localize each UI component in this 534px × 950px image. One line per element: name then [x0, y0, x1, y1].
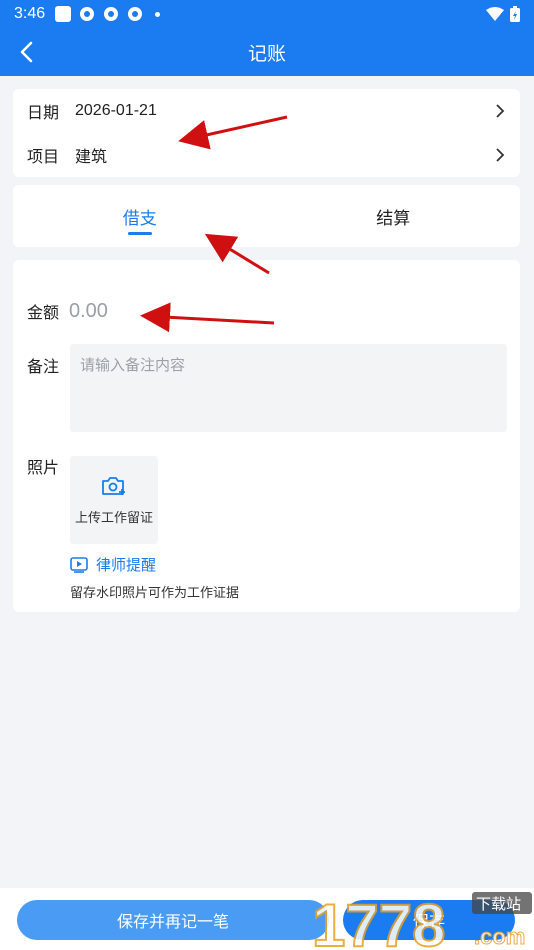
back-arrow-icon	[20, 41, 33, 63]
tab-advance-label: 借支	[122, 208, 157, 229]
status-time: 3:46	[14, 5, 46, 22]
app-bar: 记账	[0, 28, 534, 76]
upload-photo-label: 上传工作留证	[74, 510, 153, 526]
save-button[interactable]: 保存	[343, 900, 515, 940]
back-button[interactable]	[12, 38, 40, 66]
entry-form-card: 金额 备注 照片 上传工作留证 律师提醒 留存水印照片可作为工作证据	[13, 260, 520, 612]
lawyer-reminder-link[interactable]: 律师提醒	[70, 554, 156, 575]
date-label: 日期	[27, 103, 60, 122]
camera-add-icon	[102, 476, 125, 495]
memo-label: 备注	[27, 357, 60, 376]
amount-label: 金额	[27, 303, 60, 322]
more-notifications-icon	[155, 11, 161, 17]
memo-input[interactable]	[70, 344, 507, 432]
project-label: 项目	[27, 147, 60, 166]
status-bar: 3:46	[0, 0, 534, 28]
bottom-action-bar: 保存并再记一笔 保存	[0, 888, 534, 950]
status-icons	[486, 6, 520, 22]
wifi-icon	[486, 7, 504, 21]
date-value: 2026-01-21	[75, 102, 157, 119]
tab-settlement-label: 结算	[376, 208, 411, 229]
tab-advance[interactable]: 借支	[13, 185, 267, 247]
photo-label: 照片	[27, 458, 60, 477]
type-tabs: 借支 结算	[13, 185, 520, 247]
chevron-right-icon	[496, 148, 505, 162]
page-title: 记账	[247, 42, 286, 65]
project-value: 建筑	[75, 147, 108, 166]
app-notification-icon	[128, 7, 143, 21]
app-notification-icon	[104, 7, 119, 21]
lawyer-reminder-label: 律师提醒	[96, 556, 157, 574]
app-notification-icon	[80, 7, 95, 21]
watermark-hint: 留存水印照片可作为工作证据	[70, 586, 240, 601]
chevron-right-icon	[496, 104, 505, 118]
amount-input[interactable]	[69, 296, 499, 326]
project-row[interactable]: 项目 建筑	[13, 133, 520, 177]
tab-settlement[interactable]: 结算	[267, 185, 521, 247]
date-row[interactable]: 日期 2026-01-21	[13, 89, 520, 133]
upload-photo-button[interactable]: 上传工作留证	[70, 456, 158, 544]
battery-icon	[510, 6, 520, 22]
video-play-icon	[70, 556, 88, 573]
info-card: 日期 2026-01-21 项目 建筑	[13, 89, 520, 177]
notification-icon	[55, 6, 72, 22]
active-tab-indicator	[127, 232, 152, 235]
save-and-new-button[interactable]: 保存并再记一笔	[17, 900, 329, 940]
